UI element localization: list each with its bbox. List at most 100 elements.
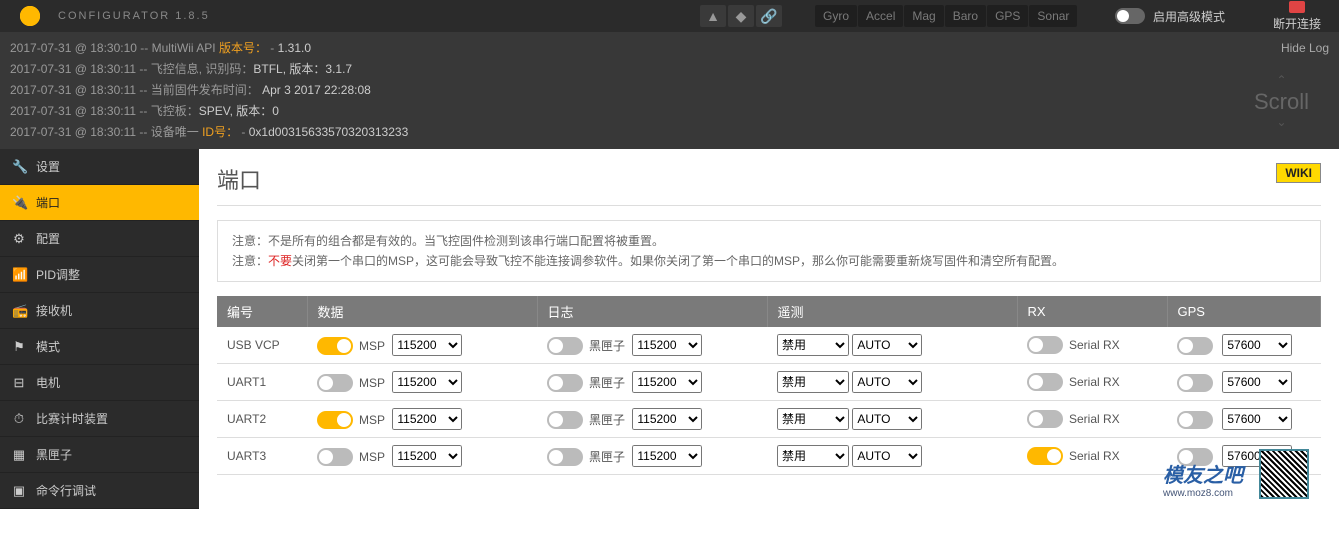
- disconnect-label: 断开连接: [1273, 15, 1321, 32]
- sidebar-item[interactable]: ▦黑匣子: [0, 437, 199, 473]
- select-dropdown[interactable]: AUTO: [852, 334, 922, 356]
- select-dropdown[interactable]: 115200: [392, 445, 462, 467]
- scroll-indicator[interactable]: ⌃ Scroll ⌄: [1254, 70, 1309, 133]
- page-title: 端口: [217, 163, 261, 195]
- sidebar-item[interactable]: ⚙配置: [0, 221, 199, 257]
- sidebar-icon: ▣: [12, 483, 26, 499]
- log-toggle[interactable]: [547, 448, 583, 466]
- select-dropdown[interactable]: 115200: [392, 334, 462, 356]
- sensor-sonar: Sonar: [1029, 5, 1077, 27]
- sidebar-icon: 🔌: [12, 195, 26, 211]
- select-dropdown[interactable]: 禁用: [777, 445, 849, 467]
- column-header: RX: [1017, 296, 1167, 327]
- select-dropdown[interactable]: 禁用: [777, 408, 849, 430]
- rx-label: Serial RX: [1069, 338, 1120, 352]
- select-dropdown[interactable]: 115200: [632, 408, 702, 430]
- msp-label: MSP: [359, 450, 385, 464]
- msp-toggle[interactable]: [317, 448, 353, 466]
- wiki-button[interactable]: WIKI: [1276, 163, 1321, 183]
- top-bar: CONFIGURATOR 1.8.5 ▲ ◆ 🔗 Gyro Accel Mag …: [0, 0, 1339, 32]
- hide-log-button[interactable]: Hide Log: [1281, 38, 1329, 59]
- log-label: 黑匣子: [589, 339, 625, 353]
- port-id: USB VCP: [217, 327, 307, 364]
- plug-icon: [1289, 1, 1305, 13]
- select-dropdown[interactable]: 57600: [1222, 371, 1292, 393]
- sensor-baro: Baro: [945, 5, 986, 27]
- sidebar-item[interactable]: ⚑ 模式: [0, 329, 199, 365]
- app-logo: [10, 1, 50, 31]
- qr-code: [1259, 449, 1309, 499]
- link-icon[interactable]: 🔗: [756, 5, 782, 27]
- chevron-down-icon: ⌄: [1254, 112, 1309, 133]
- sidebar-item[interactable]: 🔧设置: [0, 149, 199, 185]
- advanced-mode-toggle[interactable]: 启用高级模式: [1115, 8, 1225, 25]
- select-dropdown[interactable]: AUTO: [852, 408, 922, 430]
- toolbar-icons: ▲ ◆ 🔗: [700, 5, 782, 27]
- sidebar-item-label: 比赛计时装置: [36, 410, 108, 427]
- switch-icon: [1115, 8, 1145, 24]
- msp-toggle[interactable]: [317, 411, 353, 429]
- sidebar-item-label: 接收机: [36, 302, 72, 319]
- log-toggle[interactable]: [547, 337, 583, 355]
- msp-label: MSP: [359, 376, 385, 390]
- select-dropdown[interactable]: 115200: [632, 445, 702, 467]
- select-dropdown[interactable]: 57600: [1222, 334, 1292, 356]
- rx-toggle[interactable]: [1027, 447, 1063, 465]
- sidebar-item[interactable]: ⏱比赛计时装置: [0, 401, 199, 437]
- gps-toggle[interactable]: [1177, 374, 1213, 392]
- sidebar-item[interactable]: 📻 接收机: [0, 293, 199, 329]
- select-dropdown[interactable]: 115200: [632, 334, 702, 356]
- log-panel: Hide Log ⌃ Scroll ⌄ 2017-07-31 @ 18:30:1…: [0, 32, 1339, 149]
- msp-toggle[interactable]: [317, 337, 353, 355]
- disconnect-button[interactable]: 断开连接: [1273, 1, 1321, 32]
- sidebar-item[interactable]: 📶PID调整: [0, 257, 199, 293]
- sidebar-item[interactable]: ⊟电机: [0, 365, 199, 401]
- sidebar-item-label: 命令行调试: [36, 482, 96, 499]
- select-dropdown[interactable]: 禁用: [777, 371, 849, 393]
- gps-toggle[interactable]: [1177, 411, 1213, 429]
- warning-icon[interactable]: ▲: [700, 5, 726, 27]
- sensor-gyro: Gyro: [815, 5, 857, 27]
- log-toggle[interactable]: [547, 411, 583, 429]
- log-line: 2017-07-31 @ 18:30:11 -- 当前固件发布时间： Apr 3…: [10, 80, 1329, 101]
- log-label: 黑匣子: [589, 376, 625, 390]
- sidebar-icon: ⚑: [12, 339, 26, 355]
- table-row: UART3MSP 115200黑匣子 115200禁用 AUTOSerial R…: [217, 438, 1321, 475]
- msp-label: MSP: [359, 413, 385, 427]
- select-dropdown[interactable]: 115200: [632, 371, 702, 393]
- log-line: 2017-07-31 @ 18:30:11 -- 飞控板：SPEV, 版本：0: [10, 101, 1329, 122]
- sidebar-item-label: 设置: [36, 158, 60, 175]
- sidebar-icon: ▦: [12, 447, 26, 463]
- log-line: 2017-07-31 @ 18:30:11 -- 设备唯一 ID号： - 0x1…: [10, 122, 1329, 143]
- log-toggle[interactable]: [547, 374, 583, 392]
- table-row: UART2MSP 115200黑匣子 115200禁用 AUTOSerial R…: [217, 401, 1321, 438]
- gem-icon[interactable]: ◆: [728, 5, 754, 27]
- select-dropdown[interactable]: 57600: [1222, 408, 1292, 430]
- select-dropdown[interactable]: 115200: [392, 371, 462, 393]
- sidebar-item[interactable]: 🔌端口: [0, 185, 199, 221]
- gps-toggle[interactable]: [1177, 337, 1213, 355]
- sidebar-icon: 📻: [12, 303, 26, 319]
- sidebar-item-label: 模式: [36, 338, 60, 355]
- rx-label: Serial RX: [1069, 375, 1120, 389]
- rx-toggle[interactable]: [1027, 410, 1063, 428]
- log-line: 2017-07-31 @ 18:30:10 -- MultiWii API 版本…: [10, 38, 1329, 59]
- content-area: 端口 WIKI 注意：不是所有的组合都是有效的。当飞控固件检测到该串行端口配置将…: [199, 149, 1339, 509]
- log-line: 2017-07-31 @ 18:30:11 -- 飞控信息, 识别码：BTFL,…: [10, 59, 1329, 80]
- select-dropdown[interactable]: 禁用: [777, 334, 849, 356]
- rx-toggle[interactable]: [1027, 373, 1063, 391]
- brand-logo: 模友之吧: [1163, 459, 1243, 488]
- port-id: UART2: [217, 401, 307, 438]
- sidebar: 🔧设置🔌端口⚙配置📶PID调整 📻 接收机 ⚑ 模式 ⊟电机⏱比赛计时装置▦黑匣子 ▣ 命令行…: [0, 149, 199, 509]
- select-dropdown[interactable]: 115200: [392, 408, 462, 430]
- sensor-indicators: Gyro Accel Mag Baro GPS Sonar: [815, 5, 1077, 27]
- log-label: 黑匣子: [589, 413, 625, 427]
- sidebar-icon: 📶: [12, 267, 26, 283]
- sidebar-item[interactable]: ▣ 命令行调试: [0, 473, 199, 509]
- port-id: UART3: [217, 438, 307, 475]
- footer-watermark: 模友之吧 www.moz8.com: [1163, 449, 1309, 499]
- select-dropdown[interactable]: AUTO: [852, 371, 922, 393]
- msp-toggle[interactable]: [317, 374, 353, 392]
- select-dropdown[interactable]: AUTO: [852, 445, 922, 467]
- rx-toggle[interactable]: [1027, 336, 1063, 354]
